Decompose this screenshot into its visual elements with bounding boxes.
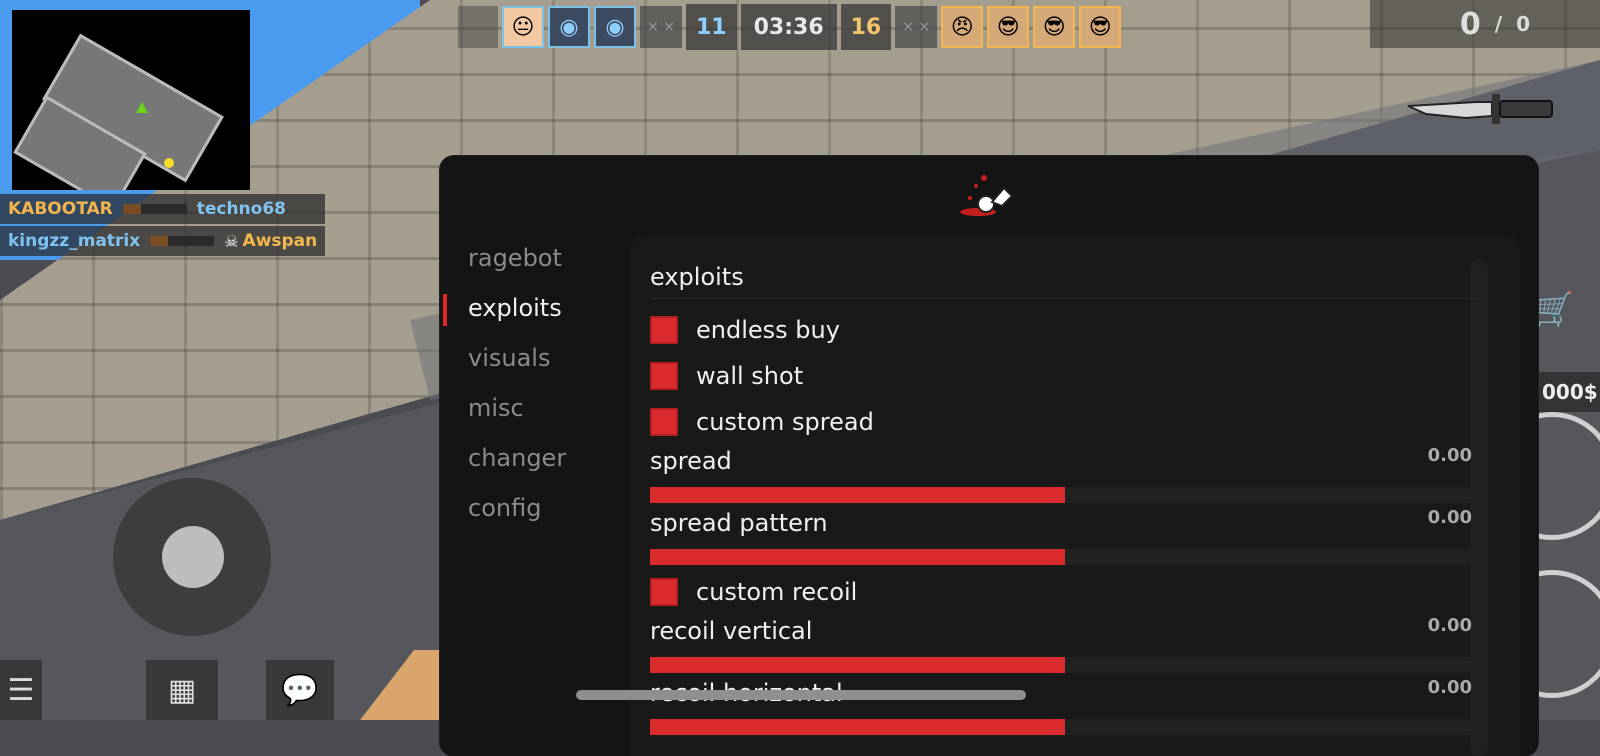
recoil-vertical-fill bbox=[650, 657, 1065, 673]
sunglasses-face-icon: 😎 bbox=[1079, 6, 1122, 48]
player-marker-icon bbox=[136, 102, 148, 113]
scoreboard-layout-icon[interactable]: ▦ bbox=[146, 660, 218, 720]
custom-spread-label: custom spread bbox=[696, 408, 874, 436]
menu-nav: ragebot exploits visuals misc changer co… bbox=[440, 236, 600, 536]
shop-cart-icon[interactable]: 🛒 bbox=[1532, 290, 1574, 330]
wall-shot-checkbox[interactable] bbox=[650, 362, 678, 390]
clip-count: 0 bbox=[1459, 6, 1481, 42]
rifle-icon bbox=[150, 236, 215, 246]
reserve-count: 0 bbox=[1516, 12, 1530, 36]
spread-pattern-slider[interactable]: spread pattern 0.00 bbox=[650, 507, 1480, 569]
empty-slot bbox=[458, 6, 498, 48]
recoil-vertical-slider[interactable]: recoil vertical 0.00 bbox=[650, 615, 1480, 677]
custom-recoil-checkbox[interactable] bbox=[650, 578, 678, 606]
sunglasses-face-icon: 😎 bbox=[987, 6, 1030, 48]
t-score: 16 bbox=[840, 4, 892, 50]
blood-splatter-logo bbox=[960, 175, 1014, 216]
menu-icon[interactable]: ☰ bbox=[0, 660, 42, 720]
nav-item-changer[interactable]: changer bbox=[440, 436, 600, 486]
kill-feed-entry: KABOOTAR techno68 bbox=[0, 194, 326, 224]
spread-value: 0.00 bbox=[1427, 445, 1472, 466]
custom-spread-checkbox[interactable] bbox=[650, 408, 678, 436]
recoil-vertical-value: 0.00 bbox=[1427, 615, 1472, 636]
gasmask-face-icon: ◉ bbox=[594, 6, 636, 48]
chat-icon[interactable]: 💬 bbox=[266, 660, 334, 720]
endless-buy-label: endless buy bbox=[696, 316, 840, 344]
dead-player-icon: × × bbox=[895, 6, 938, 48]
horizontal-scrollbar[interactable] bbox=[576, 690, 1026, 700]
wall-shot-toggle[interactable]: wall shot bbox=[650, 353, 1480, 399]
recoil-horizontal-fill bbox=[650, 719, 1065, 735]
kill-feed: KABOOTAR techno68 kingzz_matrix ☠ Awspan bbox=[0, 194, 326, 258]
recoil-horizontal-track[interactable] bbox=[650, 719, 1480, 735]
gasmask-face-icon: ◉ bbox=[548, 6, 590, 48]
sunglasses-face-icon: 😎 bbox=[1033, 6, 1076, 48]
kill-feed-entry: kingzz_matrix ☠ Awspan bbox=[0, 226, 326, 256]
money-display: 000$ bbox=[1536, 372, 1600, 412]
killer-name: kingzz_matrix bbox=[8, 231, 141, 251]
nav-item-config[interactable]: config bbox=[440, 486, 600, 536]
nav-item-misc[interactable]: misc bbox=[440, 386, 600, 436]
cheat-menu: ragebot exploits visuals misc changer co… bbox=[440, 156, 1538, 756]
recoil-vertical-label: recoil vertical bbox=[650, 617, 813, 645]
spread-track[interactable] bbox=[650, 487, 1480, 503]
dead-player-icon: × × bbox=[640, 6, 682, 48]
recoil-horizontal-value: 0.00 bbox=[1427, 677, 1472, 698]
ammo-counter: 0 / 0 bbox=[1370, 0, 1600, 48]
minimap[interactable] bbox=[12, 10, 250, 190]
spread-slider[interactable]: spread 0.00 bbox=[650, 445, 1480, 507]
custom-recoil-label: custom recoil bbox=[696, 578, 858, 606]
ammo-separator: / bbox=[1494, 12, 1503, 36]
spread-fill bbox=[650, 487, 1065, 503]
ct-score: 11 bbox=[686, 4, 737, 50]
spread-label: spread bbox=[650, 447, 732, 475]
spread-pattern-label: spread pattern bbox=[650, 509, 828, 537]
section-title: exploits bbox=[650, 260, 1480, 299]
killer-name: KABOOTAR bbox=[8, 199, 113, 219]
endless-buy-checkbox[interactable] bbox=[650, 316, 678, 344]
knife-icon[interactable] bbox=[1406, 92, 1556, 126]
joystick-thumb[interactable] bbox=[162, 526, 224, 588]
teammate-marker-icon bbox=[164, 158, 174, 168]
nav-item-exploits[interactable]: exploits bbox=[440, 286, 600, 336]
player-face-icon: 😐 bbox=[502, 6, 544, 48]
scoreboard[interactable]: 😐 ◉ ◉ × × 11 03:36 16 × × 😠 😎 😎 😎 bbox=[458, 4, 1122, 50]
recoil-vertical-track[interactable] bbox=[650, 657, 1480, 673]
victim-name: techno68 bbox=[196, 199, 286, 219]
headshot-skull-icon: ☠ bbox=[224, 231, 239, 251]
spread-pattern-track[interactable] bbox=[650, 549, 1480, 565]
exploits-section: exploits endless buy wall shot custom sp… bbox=[650, 260, 1480, 739]
nav-item-visuals[interactable]: visuals bbox=[440, 336, 600, 386]
endless-buy-toggle[interactable]: endless buy bbox=[650, 307, 1480, 353]
recoil-horizontal-slider[interactable]: recoil horizontal 0.00 bbox=[650, 677, 1480, 739]
custom-recoil-toggle[interactable]: custom recoil bbox=[650, 569, 1480, 615]
victim-name: Awspan bbox=[242, 231, 318, 251]
custom-spread-toggle[interactable]: custom spread bbox=[650, 399, 1480, 445]
round-timer: 03:36 bbox=[740, 4, 837, 50]
bandana-face-icon: 😠 bbox=[941, 6, 984, 48]
nav-item-ragebot[interactable]: ragebot bbox=[440, 236, 600, 286]
wall-shot-label: wall shot bbox=[696, 362, 804, 390]
spread-pattern-value: 0.00 bbox=[1427, 507, 1472, 528]
spread-pattern-fill bbox=[650, 549, 1065, 565]
rifle-icon bbox=[122, 204, 187, 214]
